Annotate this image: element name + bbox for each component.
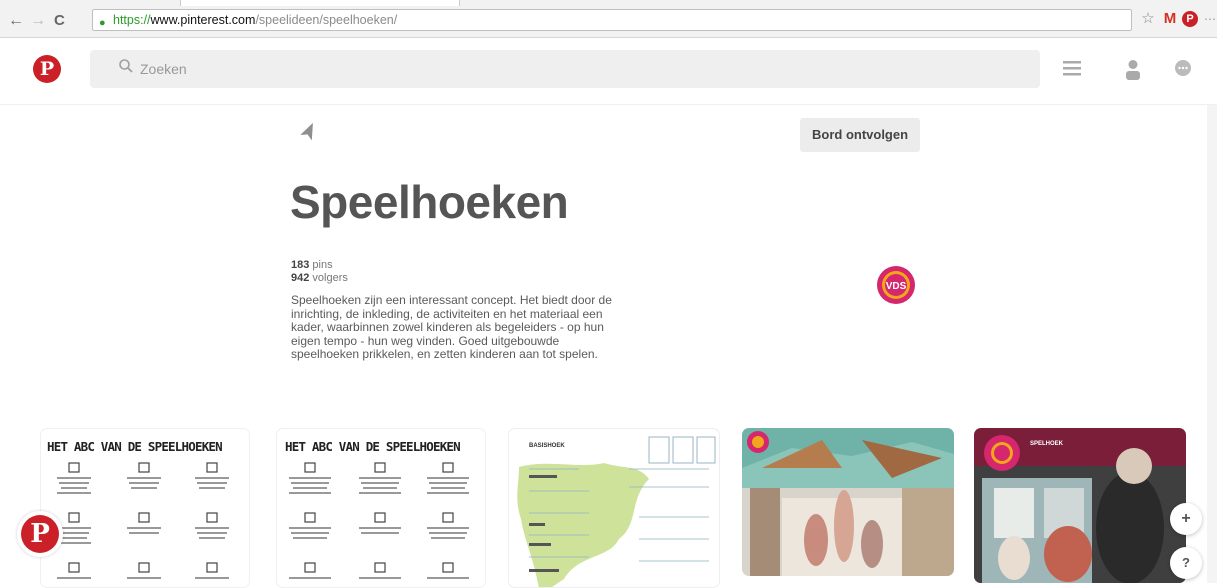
followers-count[interactable]: 942 volgers bbox=[291, 272, 348, 285]
bookmark-star-icon[interactable]: ☆ bbox=[1138, 9, 1158, 29]
followers-count-value: 942 bbox=[291, 272, 310, 284]
board-stats: 183 pins 942 volgers bbox=[291, 259, 348, 285]
site-header: P bbox=[0, 39, 1217, 105]
pin-card[interactable] bbox=[742, 428, 954, 576]
create-pin-button[interactable]: + bbox=[1170, 503, 1202, 535]
followers-label: volgers bbox=[312, 272, 348, 284]
url-path: /speelideen/speelhoeken/ bbox=[255, 13, 398, 27]
board-description: Speelhoeken zijn een interessant concept… bbox=[291, 293, 612, 361]
board-owner-avatar[interactable]: VDS bbox=[876, 265, 916, 305]
unfollow-board-button[interactable]: Bord ontvolgen bbox=[800, 118, 921, 152]
address-bar[interactable]: ● https://www.pinterest.com/speelideen/s… bbox=[92, 9, 1132, 31]
pin-card[interactable]: BASISHOEK bbox=[508, 428, 720, 588]
gmail-icon[interactable]: M bbox=[1160, 9, 1180, 29]
pin-card[interactable]: HET ABC VAN DE SPEELHOEKEN bbox=[276, 428, 486, 588]
board-title: Speelhoeken bbox=[290, 176, 569, 228]
pinterest-save-button[interactable]: P bbox=[17, 511, 63, 557]
url-host: www.pinterest.com bbox=[150, 13, 256, 27]
pinterest-logo[interactable]: P bbox=[33, 55, 61, 83]
pin-card[interactable]: HET ABC VAN DE SPEELHOEKEN bbox=[40, 428, 250, 588]
url-scheme: https:// bbox=[113, 13, 151, 27]
pin-card[interactable]: SPELHOEK bbox=[974, 428, 1186, 583]
reload-icon[interactable]: C bbox=[54, 12, 65, 29]
search-bar[interactable] bbox=[90, 50, 1040, 88]
browser-toolbar: ← → C ● https://www.pinterest.com/speeli… bbox=[0, 0, 1217, 38]
scrollbar[interactable] bbox=[1207, 105, 1217, 583]
send-icon[interactable] bbox=[297, 122, 322, 150]
pin-heading: HET ABC VAN DE SPEELHOEKEN bbox=[47, 439, 223, 454]
pinterest-logo-icon: P bbox=[21, 515, 59, 553]
lock-icon: ● bbox=[99, 17, 106, 29]
back-icon[interactable]: ← bbox=[8, 12, 24, 30]
search-input[interactable] bbox=[140, 50, 1020, 88]
extension-icon[interactable]: ⋯ bbox=[1200, 9, 1217, 29]
menu-icon[interactable] bbox=[1060, 59, 1084, 83]
messages-icon[interactable] bbox=[1171, 59, 1195, 83]
pins-count-value: 183 bbox=[291, 259, 310, 271]
help-button[interactable]: ? bbox=[1170, 547, 1202, 579]
svg-text:VDS: VDS bbox=[886, 281, 907, 292]
browser-tab[interactable] bbox=[180, 0, 460, 6]
search-icon bbox=[118, 58, 134, 79]
pin-heading: BASISHOEK bbox=[529, 443, 565, 449]
profile-icon[interactable] bbox=[1121, 59, 1145, 83]
pin-heading: HET ABC VAN DE SPEELHOEKEN bbox=[285, 439, 461, 454]
forward-icon[interactable]: → bbox=[30, 12, 46, 30]
pin-heading: SPELHOEK bbox=[1030, 441, 1064, 447]
pinterest-extension-icon[interactable]: P bbox=[1182, 11, 1198, 27]
pins-label: pins bbox=[312, 259, 333, 271]
pins-count[interactable]: 183 pins bbox=[291, 259, 348, 272]
